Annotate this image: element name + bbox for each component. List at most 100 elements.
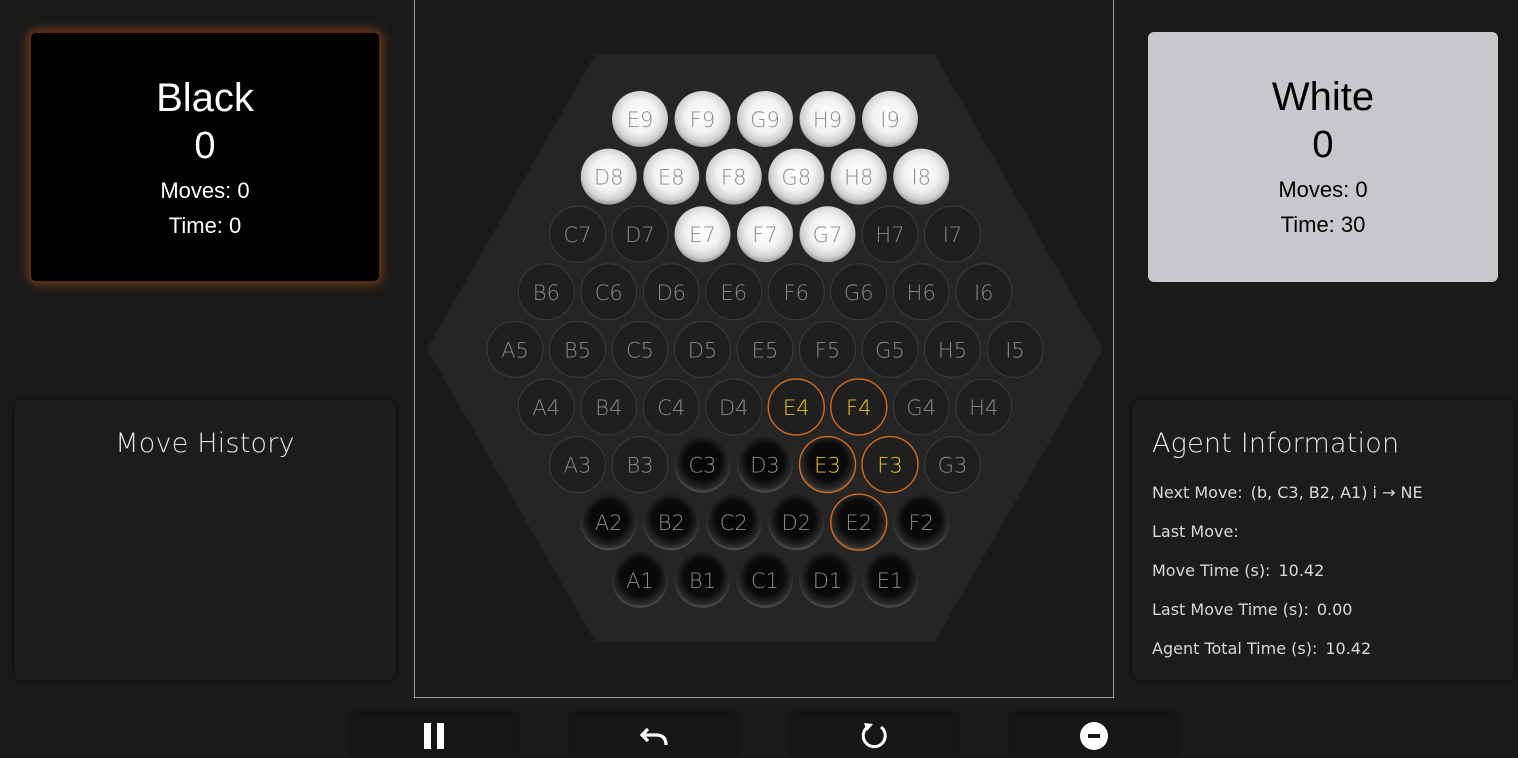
board-cell-e4[interactable]: E4 [767,378,825,436]
board-cell-e6[interactable]: E6 [705,263,763,321]
board-cell-b5[interactable]: B5 [549,320,606,378]
cell-label: E4 [783,396,810,420]
cell-label: G3 [938,454,968,478]
cell-label: F7 [752,223,777,247]
cell-label: G5 [875,338,905,362]
board-cell-d7[interactable]: D7 [611,205,669,263]
board-cell-h5[interactable]: H5 [924,320,981,378]
board-cell-e2[interactable]: E2 [830,493,888,551]
board-cell-g7[interactable]: G7 [799,206,856,263]
white-player-time: Time: 30 [1280,212,1366,237]
board-cell-g9[interactable]: G9 [737,91,793,147]
board-cell-b3[interactable]: B3 [611,436,669,494]
cell-label: F2 [909,511,934,535]
stop-button[interactable] [1010,714,1178,758]
board-cell-b2[interactable]: B2 [643,494,700,551]
board-cell-e9[interactable]: E9 [612,91,668,147]
board-cell-a3[interactable]: A3 [549,436,606,494]
board-cell-g3[interactable]: G3 [924,436,981,494]
board-cell-c7[interactable]: C7 [549,205,606,263]
game-board-area: E9 F9 G9 H9 I9 D8 E8 F8 G8 H8 I8 C7 D7 E7 F7 G7 H7 I7 B6 C6… [414,0,1114,698]
board-cell-e1[interactable]: E1 [862,551,918,608]
board-cell-h8[interactable]: H8 [830,148,887,205]
cell-label: H6 [907,281,936,305]
cell-label: B3 [626,454,653,478]
board-cell-f5[interactable]: F5 [799,320,856,378]
board-cell-e5[interactable]: E5 [736,320,794,378]
cell-label: F5 [815,338,840,362]
board-cell-f4[interactable]: F4 [830,378,888,436]
agent-total-time-label: Agent Total Time (s): [1152,639,1318,658]
board-cell-d5[interactable]: D5 [674,320,731,378]
board-cell-h7[interactable]: H7 [861,205,919,263]
cell-label: E9 [627,108,654,132]
board-cell-f3[interactable]: F3 [861,435,919,494]
board-cell-i5[interactable]: I5 [986,320,1044,378]
board-cell-i8[interactable]: I8 [893,148,950,205]
cell-label: E3 [814,454,841,478]
cell-label: D1 [813,569,843,593]
cell-label: A4 [532,396,560,420]
pause-button[interactable] [350,714,518,758]
board-cell-g4[interactable]: G4 [892,378,950,436]
board-cell-a1[interactable]: A1 [612,551,668,608]
board-cell-d1[interactable]: D1 [799,551,856,608]
cell-label: E6 [720,281,747,305]
board-cell-c3[interactable]: C3 [674,436,731,493]
board-cell-f6[interactable]: F6 [767,263,825,321]
board-cell-a2[interactable]: A2 [580,494,637,551]
board-cell-d4[interactable]: D4 [705,378,763,436]
board-cell-c6[interactable]: C6 [580,263,638,321]
board-cell-f7[interactable]: F7 [737,206,793,263]
board-cell-i7[interactable]: I7 [924,205,981,263]
board-cell-c1[interactable]: C1 [737,551,793,608]
board-cell-i6[interactable]: I6 [955,263,1013,321]
board-cell-e8[interactable]: E8 [643,148,700,205]
last-move-time-value: 0.00 [1316,600,1353,619]
black-player-score: 0 [194,125,216,167]
board-cell-g8[interactable]: G8 [768,148,825,205]
black-player-card: Black 0 Moves: 0 Time: 0 [30,32,380,282]
cell-label: E8 [658,166,685,190]
cell-label: D4 [719,396,749,420]
move-time-label: Move Time (s): [1152,561,1271,580]
agent-total-time-row: Agent Total Time (s): 10.42 [1152,629,1514,668]
cell-label: C4 [657,396,685,420]
black-player-name: Black [156,76,254,120]
board-cell-g6[interactable]: G6 [830,263,888,321]
cell-label: H8 [844,166,873,190]
black-player-time: Time: 0 [168,213,242,238]
cell-label: D8 [594,166,624,190]
board-cell-d8[interactable]: D8 [580,148,637,205]
board-cell-a5[interactable]: A5 [486,320,544,378]
cell-label: G6 [844,281,874,305]
move-history-title: Move History [115,428,295,459]
restart-button[interactable] [790,714,958,758]
board-cell-e3[interactable]: E3 [798,435,857,494]
board-cell-d6[interactable]: D6 [642,263,700,321]
cell-label: C2 [720,511,748,535]
board-cell-h4[interactable]: H4 [955,378,1013,436]
board-cell-c5[interactable]: C5 [611,320,669,378]
board-cell-c2[interactable]: C2 [705,494,762,551]
move-history-panel: Move History [14,400,396,680]
board-cell-i9[interactable]: I9 [862,91,918,147]
cell-label: E1 [877,569,904,593]
board-cell-h9[interactable]: H9 [799,91,856,147]
board-cell-f2[interactable]: F2 [893,494,950,551]
board-cell-c4[interactable]: C4 [642,378,700,436]
board-cell-b6[interactable]: B6 [517,263,575,321]
board-cell-h6[interactable]: H6 [892,263,950,321]
board-cell-b4[interactable]: B4 [580,378,638,436]
board-cell-g5[interactable]: G5 [861,320,919,378]
board-cell-d3[interactable]: D3 [737,436,793,493]
board-cell-d2[interactable]: D2 [768,494,825,551]
board-cell-e7[interactable]: E7 [674,206,731,263]
white-player-card: White 0 Moves: 0 Time: 30 [1148,32,1498,282]
board-cell-b1[interactable]: B1 [674,551,731,608]
board-cell-f9[interactable]: F9 [674,91,731,147]
cell-label: E2 [845,511,872,535]
board-cell-a4[interactable]: A4 [517,378,575,436]
undo-button[interactable] [570,714,738,758]
board-cell-f8[interactable]: F8 [705,148,762,205]
